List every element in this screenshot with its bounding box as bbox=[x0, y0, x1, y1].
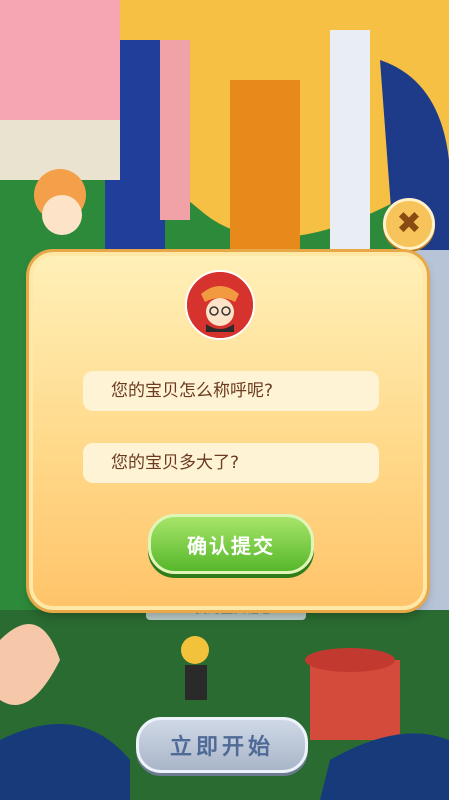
baby-info-modal: 您的宝贝怎么称呼呢? 您的宝贝多大了? 确认提交 bbox=[29, 252, 427, 610]
cow-girl-avatar-icon bbox=[185, 270, 255, 340]
close-icon: ✖ bbox=[396, 206, 422, 241]
close-button[interactable]: ✖ bbox=[383, 198, 435, 250]
confirm-submit-button[interactable]: 确认提交 bbox=[148, 514, 314, 574]
start-now-button[interactable]: 立即开始 bbox=[136, 717, 308, 773]
baby-age-input[interactable]: 您的宝贝多大了? bbox=[83, 443, 379, 483]
baby-name-input[interactable]: 您的宝贝怎么称呼呢? bbox=[83, 371, 379, 411]
